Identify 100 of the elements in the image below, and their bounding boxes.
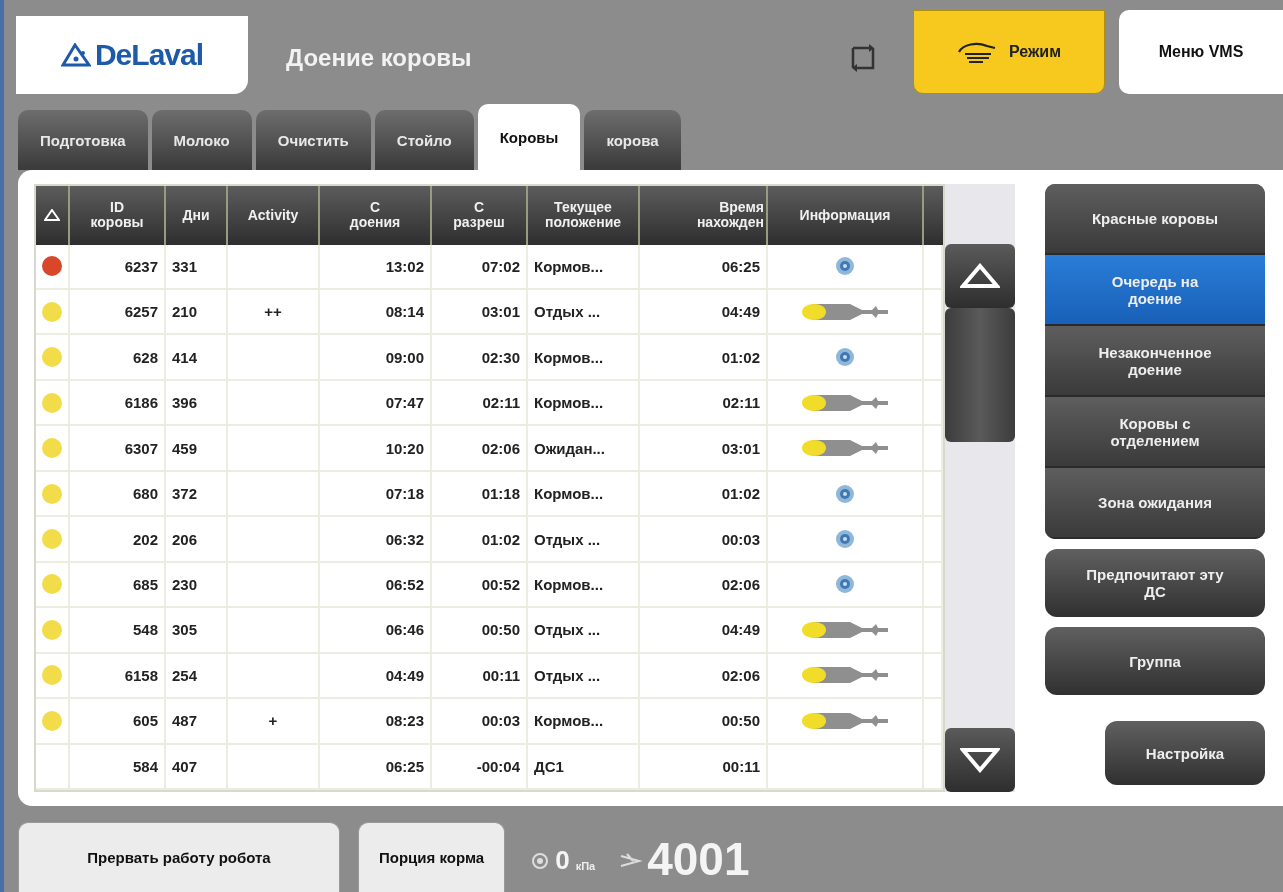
side-button[interactable]: Настройка	[1105, 721, 1265, 785]
table-cell: 628	[132, 348, 158, 366]
table-cell: 6158	[124, 666, 158, 684]
scroll-up-button[interactable]	[945, 244, 1015, 308]
sort-up-icon	[44, 209, 60, 222]
tab[interactable]: корова	[584, 110, 681, 170]
table-cell: 396	[172, 394, 198, 412]
table-cell: 03:01	[481, 303, 520, 321]
footer-button[interactable]: Прервать работу робота	[18, 822, 340, 892]
table-cell: 01:02	[481, 530, 520, 548]
table-cell: Кормов...	[534, 485, 604, 503]
footer-button[interactable]: Порция корма	[358, 822, 506, 892]
table-cell: Отдых ...	[534, 621, 601, 639]
table-cell: 685	[132, 575, 158, 593]
table-cell: 210	[172, 303, 198, 321]
robot-number: 4001	[647, 832, 750, 886]
table-cell: 01:02	[721, 348, 760, 366]
column-header[interactable]: С доения	[320, 186, 432, 245]
table-cell: 548	[132, 621, 158, 639]
table-cell: 372	[172, 485, 198, 503]
column-header[interactable]: С разреш	[432, 186, 528, 245]
mode-button[interactable]: Режим	[913, 10, 1105, 94]
table-cell: 00:11	[482, 666, 520, 684]
table-cell: 6307	[124, 439, 158, 457]
column-header[interactable]: Информация	[768, 186, 924, 245]
filter-item[interactable]: Коровы с отделением	[1045, 397, 1265, 468]
table-cell: 230	[172, 575, 198, 593]
table-cell: 02:06	[481, 439, 520, 457]
vacuum-value: 0	[555, 845, 570, 876]
table-cell: 254	[172, 666, 198, 684]
column-header[interactable]: Время нахожден	[640, 186, 768, 245]
table-cell: 09:00	[385, 348, 424, 366]
scroll-thumb[interactable]	[945, 308, 1015, 442]
gauge-icon	[531, 852, 550, 870]
column-header[interactable]: ID коровы	[70, 186, 166, 245]
column-header[interactable]: Текущее положение	[528, 186, 640, 245]
side-button[interactable]: Предпочитают эту ДС	[1045, 549, 1265, 617]
logo-text: DeLaval	[94, 38, 204, 72]
table-cell: 206	[172, 530, 198, 548]
table-cell: 00:03	[481, 712, 520, 730]
table-cell: 305	[172, 621, 198, 639]
table-cell: 00:50	[721, 712, 760, 730]
info-icon	[835, 256, 855, 277]
filter-item[interactable]: Очередь на доение	[1045, 255, 1265, 326]
tab[interactable]: Стойло	[374, 110, 474, 170]
table-cell: 06:25	[721, 257, 760, 275]
scroll-down-button[interactable]	[945, 728, 1015, 792]
arrow-icon	[619, 852, 644, 870]
table-cell: 6257	[124, 303, 158, 321]
info-icon	[835, 347, 855, 368]
column-header[interactable]: Дни	[166, 186, 228, 245]
table-cell: 407	[172, 757, 198, 775]
filter-item[interactable]: Зона ожидания	[1045, 468, 1265, 539]
tab[interactable]: Очистить	[255, 110, 371, 170]
tab[interactable]: Молоко	[151, 110, 252, 170]
table-cell: 00:11	[722, 757, 760, 775]
side-button[interactable]: Группа	[1045, 627, 1265, 695]
info-icon	[835, 574, 855, 595]
table-cell: 01:18	[481, 485, 520, 503]
table-cell: Кормов...	[534, 257, 604, 275]
info-icon	[835, 483, 855, 504]
down-triangle-icon	[960, 747, 1001, 773]
table-cell: 459	[172, 439, 198, 457]
table-cell: 414	[172, 348, 198, 366]
hand-icon	[957, 40, 997, 64]
scroll-bar[interactable]	[945, 184, 1015, 792]
info-icon	[835, 529, 855, 549]
table-cell: 00:52	[481, 575, 520, 593]
table-cell: 06:25	[385, 757, 424, 775]
vacuum-unit: кПа	[575, 860, 596, 872]
vms-menu-button[interactable]: Меню VMS	[1119, 10, 1283, 94]
filter-item[interactable]: Красные коровы	[1045, 184, 1265, 255]
table-cell: Отдых ...	[534, 530, 601, 548]
table-cell: 02:11	[482, 394, 520, 412]
table-cell: 584	[132, 757, 158, 775]
table-cell: Отдых ...	[534, 666, 601, 684]
table-cell: 01:02	[721, 485, 760, 503]
table-cell: 07:47	[385, 394, 424, 412]
table-cell: Кормов...	[534, 348, 604, 366]
table-cell: 06:46	[385, 621, 424, 639]
table-cell: 07:18	[385, 485, 424, 503]
table-cell: +	[268, 712, 278, 730]
table-cell: 03:01	[721, 439, 760, 457]
tab[interactable]: Подготовка	[18, 110, 148, 170]
table-cell: 06:52	[385, 575, 424, 593]
table-cell: 08:23	[385, 712, 424, 730]
column-header[interactable]: Activity	[228, 186, 320, 245]
table-cell: 605	[132, 712, 158, 730]
table-cell: 202	[132, 530, 158, 548]
table-cell: 02:11	[722, 394, 760, 412]
tab[interactable]: Коровы	[477, 104, 581, 170]
table-cell: 331	[172, 257, 198, 275]
filter-item[interactable]: Незаконченное доение	[1045, 326, 1265, 397]
table-cell: 08:14	[385, 303, 424, 321]
table-cell: Кормов...	[534, 394, 604, 412]
table-cell: 13:02	[385, 257, 424, 275]
table-cell: 04:49	[721, 303, 760, 321]
up-triangle-icon	[960, 263, 1001, 289]
table-cell: 07:02	[481, 257, 520, 275]
table-cell: 00:50	[481, 621, 520, 639]
